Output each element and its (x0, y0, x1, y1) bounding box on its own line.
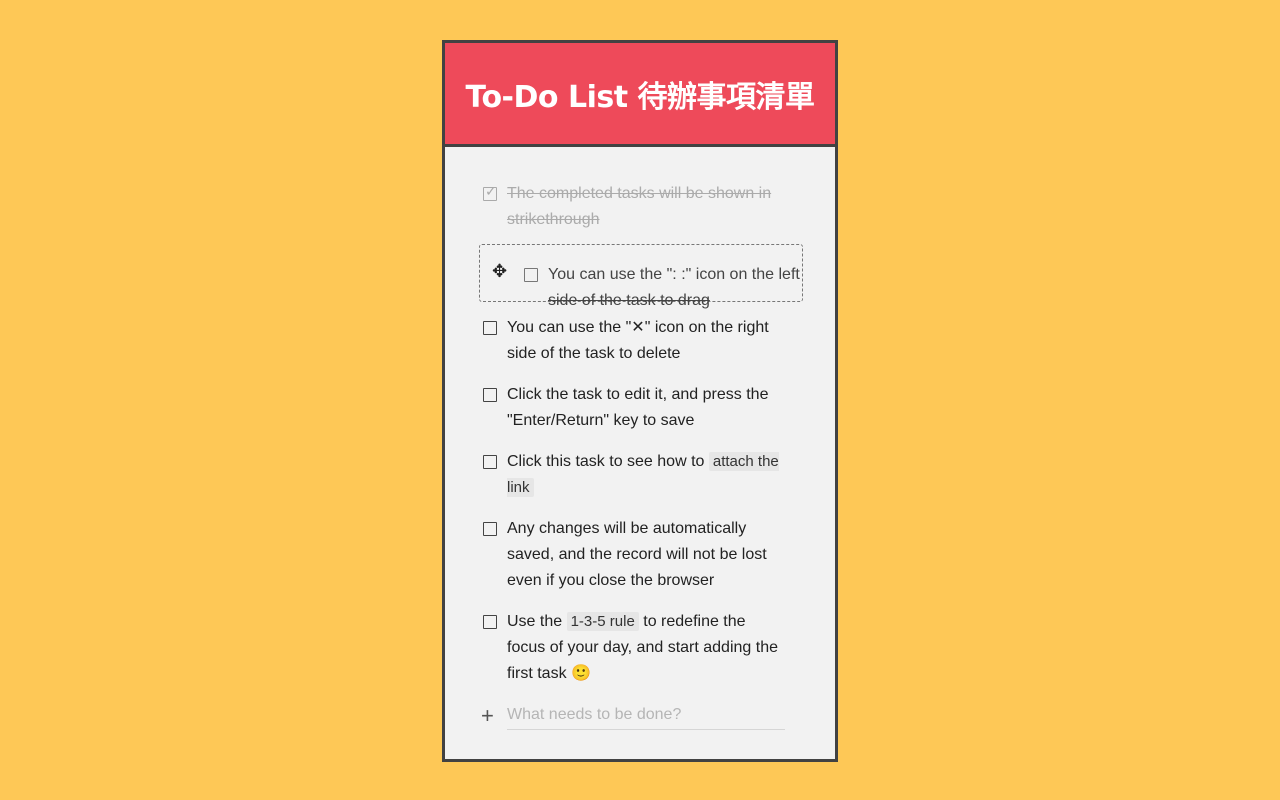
task-text[interactable]: Any changes will be automatically saved,… (507, 516, 779, 594)
task-text[interactable]: Click this task to see how to attach the… (507, 449, 779, 501)
task-text-line1: You can use the ": :" icon on the left (548, 266, 800, 283)
plus-icon[interactable]: + (481, 704, 497, 727)
task-text-before: Click this task to see how to (507, 453, 705, 470)
rule-chip[interactable]: 1-3-5 rule (566, 612, 639, 631)
task-text[interactable]: The completed tasks will be shown in str… (507, 181, 779, 233)
add-task-row: + (481, 701, 785, 730)
new-task-input[interactable] (507, 701, 785, 730)
move-icon[interactable]: ✥ (492, 262, 507, 280)
task-checkbox[interactable] (483, 388, 497, 402)
task-checkbox[interactable] (483, 615, 497, 629)
task-item[interactable]: You can use the "✕" icon on the right si… (483, 315, 783, 367)
task-list: ✓ The completed tasks will be shown in s… (445, 147, 835, 759)
task-text-line2: side of the task to drag (548, 292, 710, 309)
app-title: To-Do List 待辦事項清單 (465, 79, 815, 115)
task-text[interactable]: You can use the "✕" icon on the right si… (507, 315, 779, 367)
task-checkbox[interactable] (483, 522, 497, 536)
todo-card: To-Do List 待辦事項清單 ✓ The completed tasks … (442, 40, 838, 762)
task-checkbox[interactable] (483, 455, 497, 469)
task-text[interactable]: Click the task to edit it, and press the… (507, 382, 779, 434)
task-item[interactable]: Click this task to see how to attach the… (483, 449, 783, 501)
task-text-before: Use the (507, 613, 563, 630)
task-item[interactable]: Click the task to edit it, and press the… (483, 382, 783, 434)
task-text[interactable]: Use the 1-3-5 rule to redefine the focus… (507, 609, 779, 687)
checkmark-icon: ✓ (485, 183, 497, 199)
task-checkbox-checked[interactable]: ✓ (483, 183, 497, 201)
task-checkbox[interactable] (524, 268, 538, 282)
app-header: To-Do List 待辦事項清單 (445, 43, 835, 147)
task-text[interactable]: You can use the ": :" icon on the left si… (548, 262, 824, 314)
task-checkbox[interactable] (483, 321, 497, 335)
task-item[interactable]: Any changes will be automatically saved,… (483, 516, 783, 594)
task-item[interactable]: Use the 1-3-5 rule to redefine the focus… (483, 609, 783, 687)
task-item-completed[interactable]: ✓ The completed tasks will be shown in s… (483, 181, 783, 233)
task-item-dragging[interactable]: You can use the ": :" icon on the left si… (524, 262, 824, 314)
